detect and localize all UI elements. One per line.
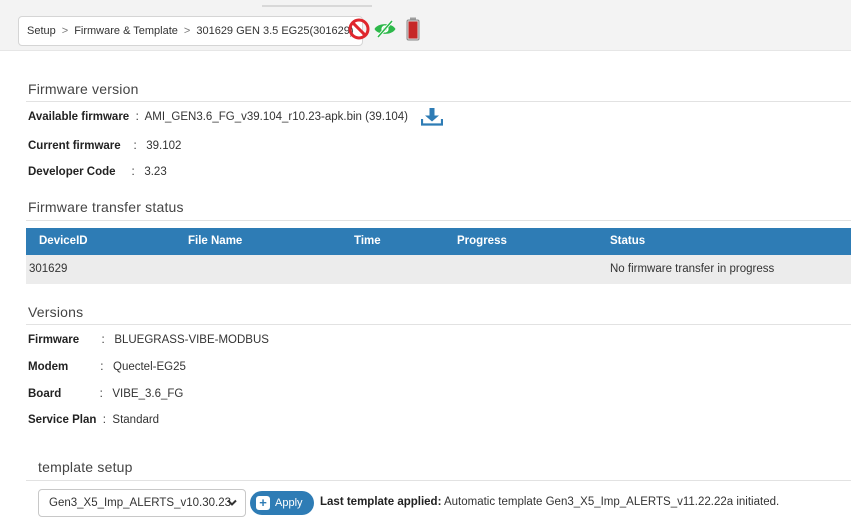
battery-icon[interactable]	[404, 17, 422, 41]
version-modem-row: Modem : Quectel-EG25	[28, 361, 186, 373]
cell-device-id: 301629	[29, 263, 68, 275]
chevron-down-icon	[227, 499, 237, 506]
available-firmware-row: Available firmware : AMI_GEN3.6_FG_v39.1…	[28, 111, 408, 123]
column-progress[interactable]: Progress	[457, 228, 507, 255]
available-firmware-value: AMI_GEN3.6_FG_v39.104_r10.23-apk.bin (39…	[144, 111, 408, 123]
version-modem-label: Modem	[28, 361, 69, 373]
cell-status: No firmware transfer in progress	[610, 263, 775, 275]
section-divider	[26, 480, 851, 481]
current-firmware-row: Current firmware : 39.102	[28, 140, 181, 152]
version-plan-value: Standard	[112, 414, 160, 426]
breadcrumb: Setup > Firmware & Template > 301629 GEN…	[18, 16, 363, 46]
version-plan-label: Service Plan	[28, 414, 97, 426]
breadcrumb-separator: >	[183, 25, 191, 37]
colon: :	[99, 414, 110, 426]
column-device-id[interactable]: DeviceID	[39, 228, 88, 255]
developer-code-label: Developer Code	[28, 166, 116, 178]
version-firmware-row: Firmware : BLUEGRASS-VIBE-MODBUS	[28, 334, 269, 346]
versions-title: Versions	[28, 304, 84, 320]
breadcrumb-firmware-template[interactable]: Firmware & Template	[74, 25, 178, 37]
colon: :	[64, 388, 110, 400]
top-bar: Setup > Firmware & Template > 301629 GEN…	[0, 0, 851, 51]
available-firmware-label: Available firmware	[28, 111, 130, 123]
plus-icon: +	[256, 496, 270, 510]
version-firmware-label: Firmware	[28, 334, 80, 346]
section-divider	[26, 101, 851, 102]
developer-code-row: Developer Code : 3.23	[28, 166, 167, 178]
version-plan-row: Service Plan : Standard	[28, 414, 159, 426]
table-header: DeviceID File Name Time Progress Status	[26, 228, 851, 255]
last-template-value: Automatic template Gen3_X5_Imp_ALERTS_v1…	[443, 496, 780, 508]
colon: :	[123, 140, 144, 152]
template-select-value: Gen3_X5_Imp_ALERTS_v10.30.23	[49, 497, 231, 509]
breadcrumb-setup[interactable]: Setup	[27, 25, 56, 37]
developer-code-value: 3.23	[144, 166, 167, 178]
breadcrumb-device[interactable]: 301629 GEN 3.5 EG25(301629)	[196, 25, 353, 37]
version-board-row: Board : VIBE_3.6_FG	[28, 388, 183, 400]
version-firmware-value: BLUEGRASS-VIBE-MODBUS	[114, 334, 269, 346]
transfer-table: DeviceID File Name Time Progress Status …	[26, 228, 851, 284]
colon: :	[118, 166, 142, 178]
template-select[interactable]: Gen3_X5_Imp_ALERTS_v10.30.23	[38, 489, 246, 517]
version-board-value: VIBE_3.6_FG	[112, 388, 184, 400]
version-board-label: Board	[28, 388, 62, 400]
apply-button[interactable]: + Apply	[250, 491, 314, 515]
transfer-status-title: Firmware transfer status	[28, 199, 184, 215]
colon: :	[82, 334, 112, 346]
template-setup-title: template setup	[38, 459, 133, 475]
apply-label: Apply	[275, 497, 303, 509]
no-entry-icon[interactable]	[347, 17, 371, 41]
column-status[interactable]: Status	[610, 228, 645, 255]
table-row: 301629 No firmware transfer in progress	[26, 255, 851, 284]
section-divider	[26, 220, 851, 221]
breadcrumb-separator: >	[61, 25, 69, 37]
top-accent-line	[262, 5, 372, 7]
version-modem-value: Quectel-EG25	[113, 361, 186, 373]
colon: :	[71, 361, 110, 373]
column-file-name[interactable]: File Name	[188, 228, 242, 255]
current-firmware-label: Current firmware	[28, 140, 121, 152]
eye-slash-icon[interactable]	[373, 17, 397, 41]
section-divider	[26, 324, 851, 325]
last-template-applied: Last template applied: Automatic templat…	[320, 496, 779, 508]
column-time[interactable]: Time	[354, 228, 381, 255]
download-icon[interactable]	[421, 108, 443, 126]
last-template-label: Last template applied:	[320, 496, 442, 508]
current-firmware-value: 39.102	[146, 140, 182, 152]
colon: :	[132, 111, 143, 123]
firmware-version-title: Firmware version	[28, 81, 139, 97]
